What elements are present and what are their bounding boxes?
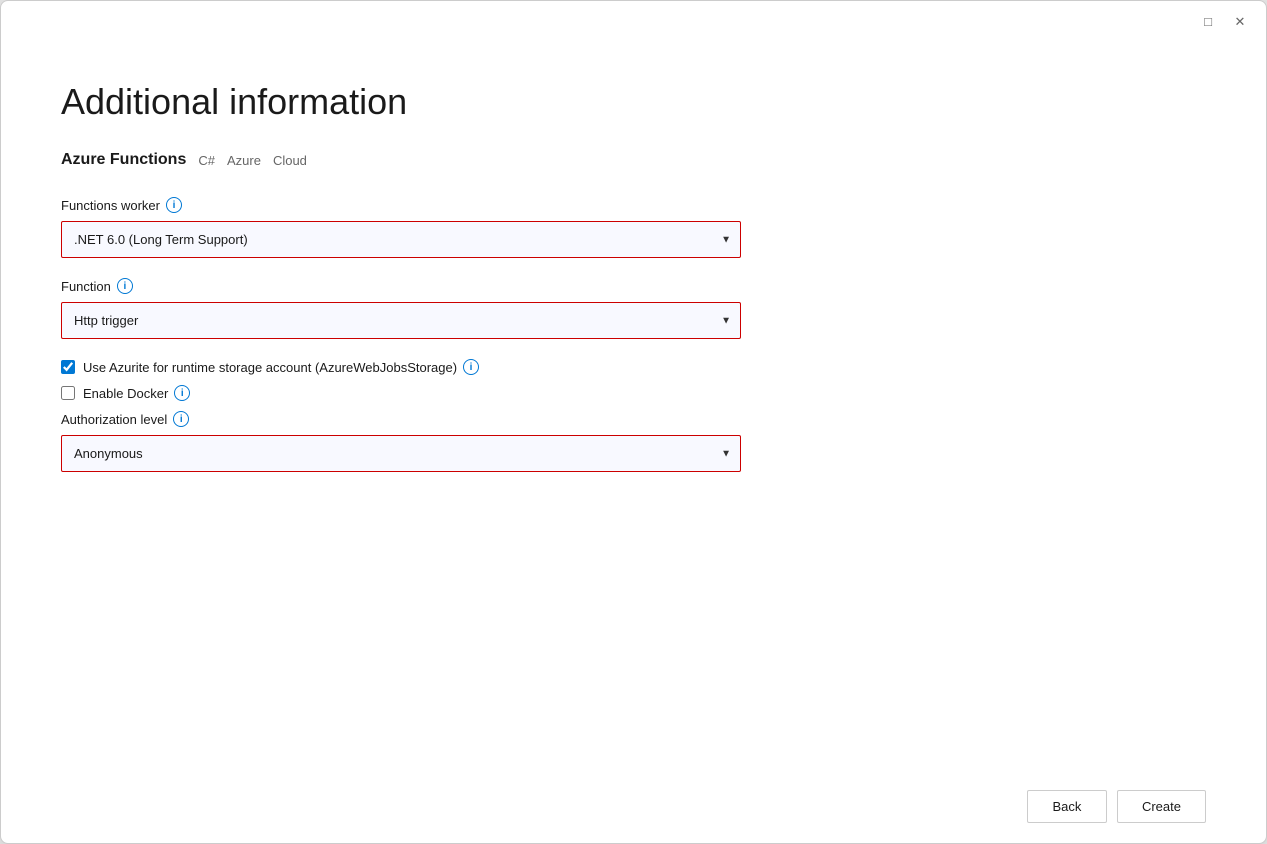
authorization-level-label: Authorization level i [61,411,781,427]
create-button[interactable]: Create [1117,790,1206,823]
functions-worker-label: Functions worker i [61,197,781,213]
subtitle-main: Azure Functions [61,151,186,169]
function-select[interactable]: Http trigger Timer trigger Queue trigger [61,302,741,339]
content-area: Additional information Azure Functions C… [1,41,1266,774]
use-azurite-checkbox[interactable] [61,360,75,374]
tag-csharp: C# [198,153,215,168]
authorization-level-select-wrapper: Anonymous Function Admin ▼ [61,435,741,472]
use-azurite-label: Use Azurite for runtime storage account … [83,359,479,375]
form-area: Functions worker i .NET 6.0 (Long Term S… [61,197,781,744]
subtitle-row: Azure Functions C# Azure Cloud [61,151,1206,169]
title-bar: □ ✕ [1,1,1266,41]
docker-info-icon[interactable]: i [174,385,190,401]
enable-docker-label: Enable Docker i [83,385,190,401]
use-azurite-group: Use Azurite for runtime storage account … [61,359,781,375]
main-window: □ ✕ Additional information Azure Functio… [0,0,1267,844]
authorization-level-info-icon[interactable]: i [173,411,189,427]
function-group: Function i Http trigger Timer trigger Qu… [61,278,781,339]
enable-docker-checkbox[interactable] [61,386,75,400]
azurite-info-icon[interactable]: i [463,359,479,375]
authorization-level-group: Authorization level i Anonymous Function… [61,411,781,472]
functions-worker-group: Functions worker i .NET 6.0 (Long Term S… [61,197,781,258]
page-title: Additional information [61,81,1206,123]
close-button[interactable]: ✕ [1230,11,1250,31]
function-label: Function i [61,278,781,294]
functions-worker-info-icon[interactable]: i [166,197,182,213]
function-info-icon[interactable]: i [117,278,133,294]
maximize-button[interactable]: □ [1198,11,1218,31]
functions-worker-select-wrapper: .NET 6.0 (Long Term Support) .NET 7.0 .N… [61,221,741,258]
footer: Back Create [1,774,1266,843]
back-button[interactable]: Back [1027,790,1107,823]
enable-docker-group: Enable Docker i [61,385,781,401]
authorization-level-select[interactable]: Anonymous Function Admin [61,435,741,472]
tag-cloud: Cloud [273,153,307,168]
function-select-wrapper: Http trigger Timer trigger Queue trigger… [61,302,741,339]
tag-azure: Azure [227,153,261,168]
functions-worker-select[interactable]: .NET 6.0 (Long Term Support) .NET 7.0 .N… [61,221,741,258]
